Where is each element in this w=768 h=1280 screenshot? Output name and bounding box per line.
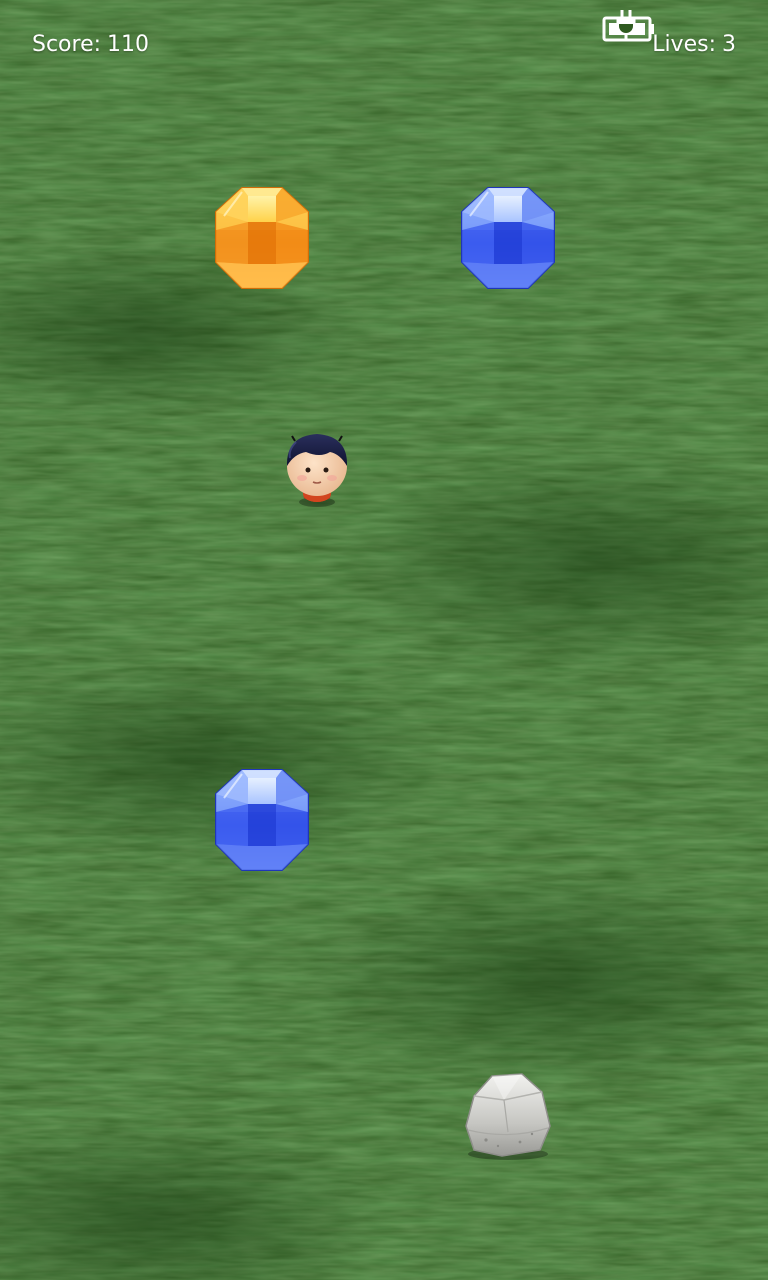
player-character[interactable] [280,428,354,508]
lives-value: 3 [722,32,736,57]
lives-label: Lives: [652,32,716,57]
score-display: Score: 110 [32,30,149,60]
grass-background [0,0,768,1280]
score-value: 110 [107,32,150,57]
lives-display: Lives: 3 [652,30,736,60]
gray-rock [465,1073,551,1160]
blue-gem [215,769,309,871]
battery-charging-icon [602,10,654,42]
blue-gem [461,187,555,289]
score-label: Score: [32,32,102,57]
orange-gem [215,187,309,289]
